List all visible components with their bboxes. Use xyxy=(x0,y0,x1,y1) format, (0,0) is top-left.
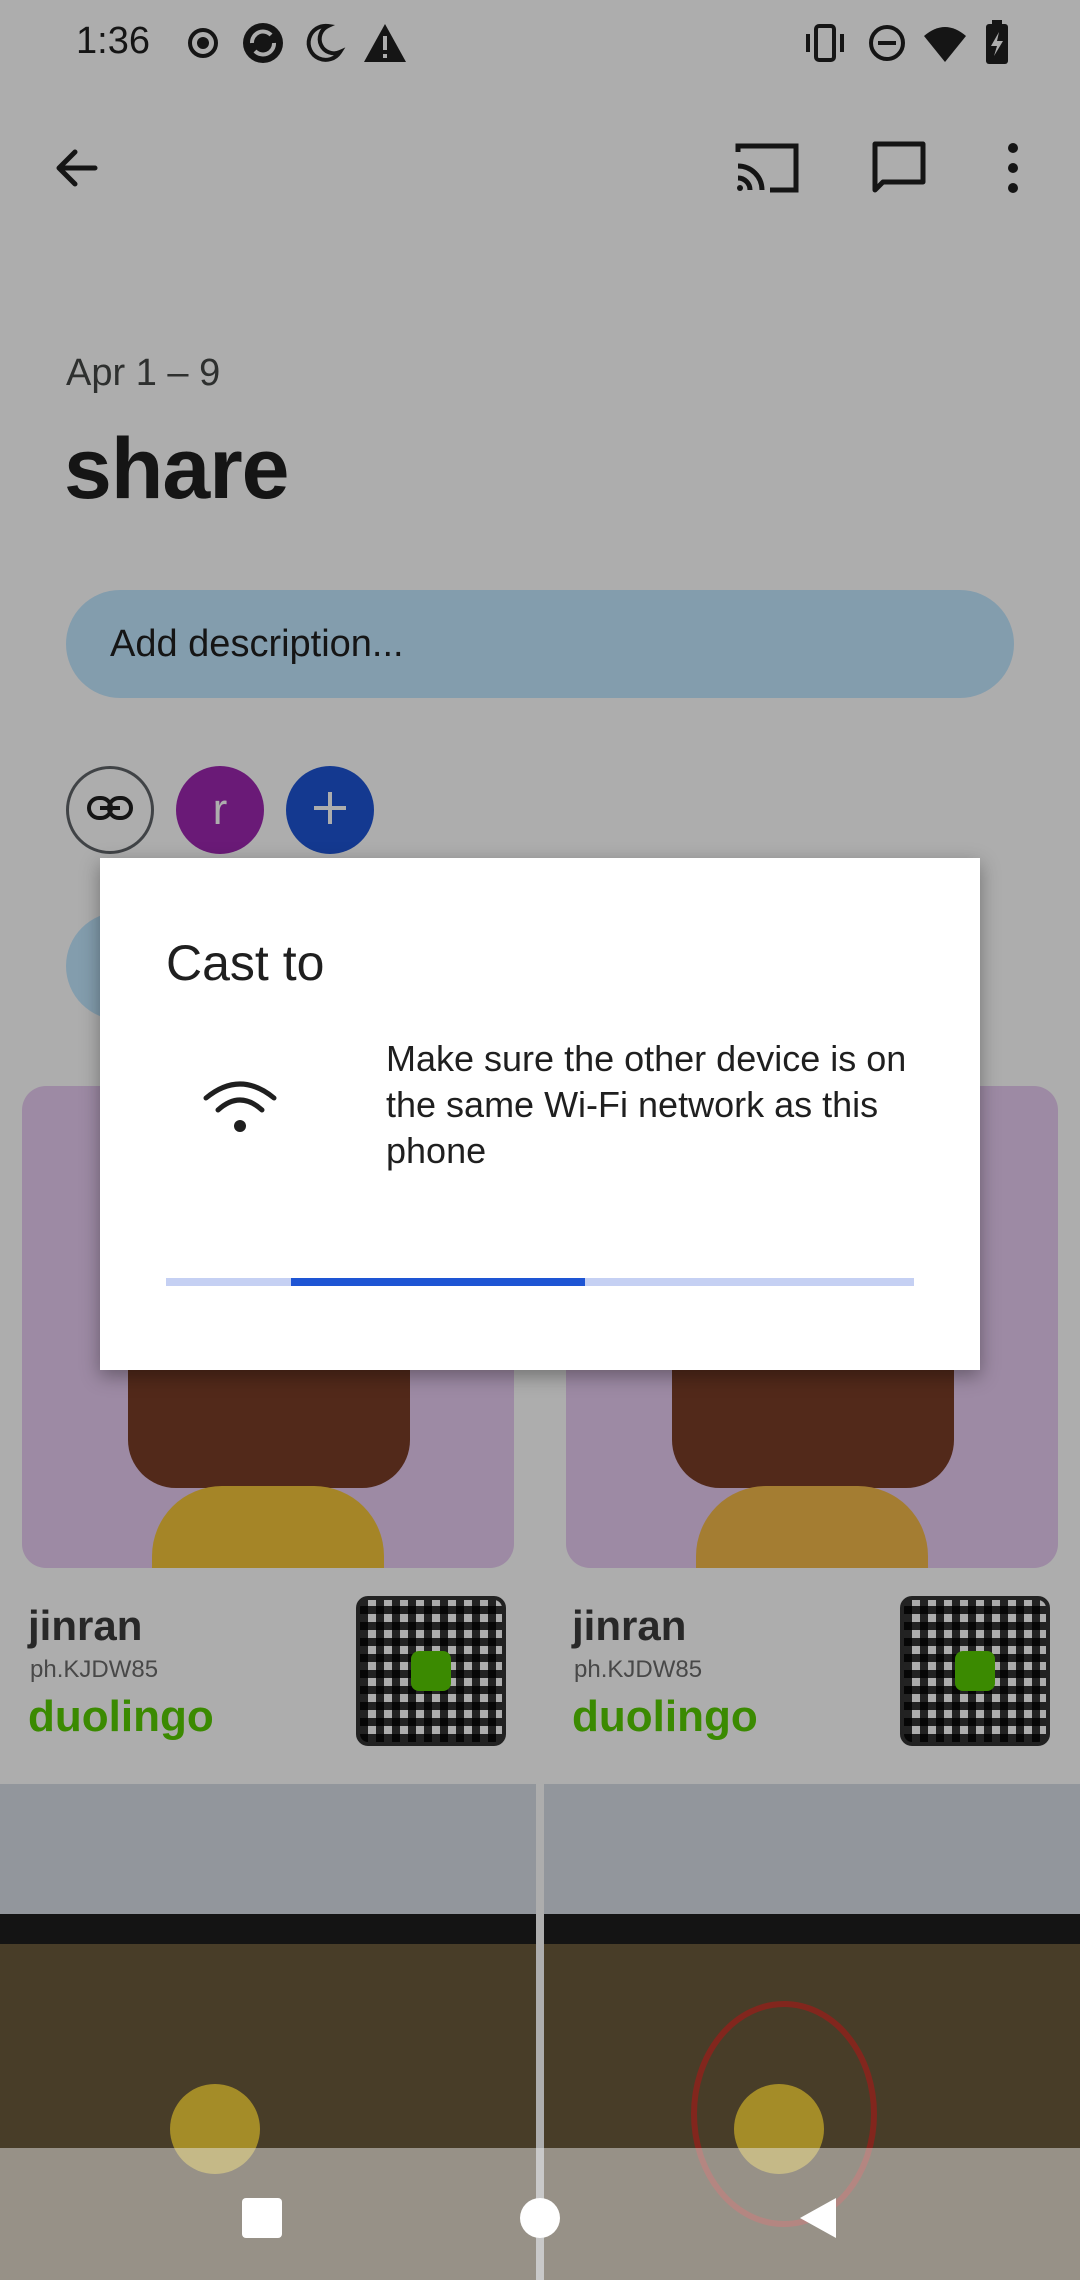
dialog-message: Make sure the other device is on the sam… xyxy=(386,1038,907,1171)
back-icon xyxy=(796,2196,840,2245)
progress-indicator xyxy=(290,1278,585,1286)
back-nav-button[interactable] xyxy=(778,2180,858,2260)
recents-icon xyxy=(240,2196,284,2245)
wifi-icon xyxy=(200,1074,280,1144)
home-button[interactable] xyxy=(500,2180,580,2260)
dialog-title: Cast to xyxy=(166,935,325,991)
searching-progress-bar xyxy=(166,1278,914,1286)
system-nav-bar xyxy=(0,2148,1080,2280)
recents-button[interactable] xyxy=(222,2180,302,2260)
home-icon xyxy=(518,2196,562,2245)
cast-dialog: Cast to Make sure the other device is on… xyxy=(100,858,980,1370)
